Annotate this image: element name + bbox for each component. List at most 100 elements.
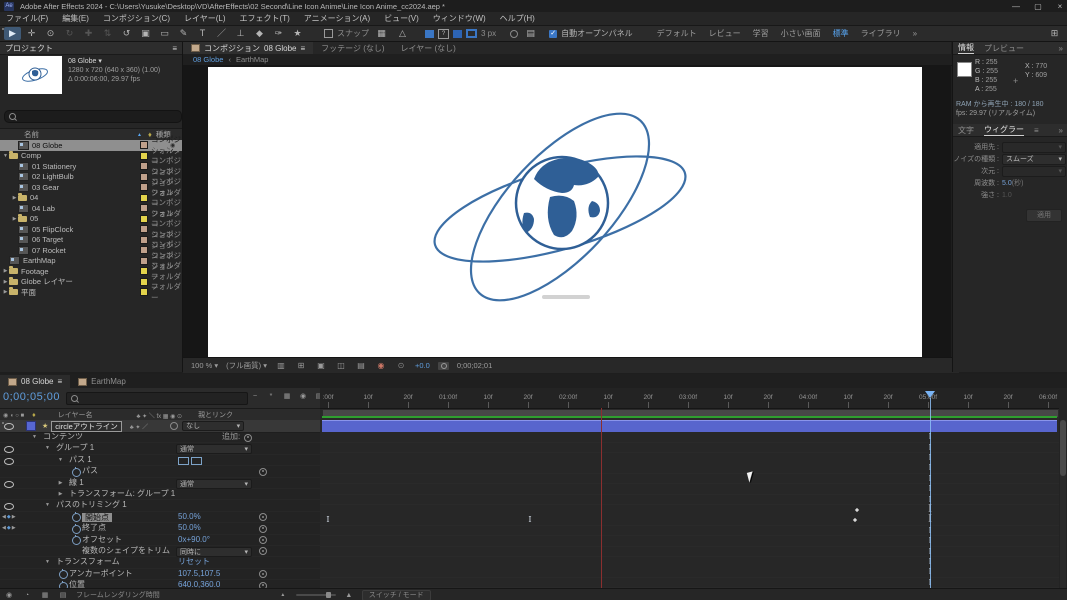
property-name[interactable]: 線 1 — [69, 478, 84, 488]
wiggler-row[interactable]: 適用先 :▾ — [953, 141, 1067, 153]
menu-ビュー(V)[interactable]: ビュー(V) — [384, 13, 419, 24]
ruler-tick[interactable] — [488, 402, 489, 408]
eraser-tool[interactable]: ◆ — [251, 27, 268, 40]
wiggler-row-suffix[interactable]: (秒) — [1012, 178, 1024, 188]
panel-menu-icon[interactable]: ≡ — [300, 44, 305, 53]
ruler-tick[interactable] — [528, 402, 529, 408]
tab-layer[interactable]: レイヤー (なし) — [393, 42, 464, 54]
project-item-name[interactable]: 02 LightBulb — [32, 172, 74, 181]
grid-options-icon[interactable]: ▥ — [275, 361, 287, 370]
mask-mode-icon-1[interactable] — [178, 457, 189, 465]
ruler-tick[interactable] — [1008, 402, 1009, 408]
text-tool[interactable]: T — [194, 27, 211, 40]
folder-icon[interactable] — [9, 289, 18, 295]
composition-icon[interactable] — [18, 172, 29, 181]
wiggler-row-label[interactable]: 強さ : — [953, 190, 999, 200]
ruler-tick[interactable] — [928, 402, 929, 408]
layer-name-column[interactable]: レイヤー名 — [58, 410, 93, 420]
label-chip[interactable] — [140, 162, 148, 170]
chevron-down-icon[interactable]: ▾ — [1058, 155, 1062, 163]
ruler-tick[interactable] — [568, 402, 569, 408]
layer-name-editbox[interactable]: circleアウトライン — [51, 421, 122, 432]
twirl-icon[interactable]: ▼ — [44, 500, 51, 510]
folder-icon[interactable] — [9, 279, 18, 285]
zoom-in-mountain-icon[interactable]: ▲ — [344, 592, 354, 599]
property-row-トランスフォーム: グループ 1[interactable]: ▶トランスフォーム: グループ 1 — [0, 489, 320, 500]
apply-button[interactable]: 適用 — [1026, 209, 1062, 222]
rotation-tool[interactable]: ↺ — [118, 27, 135, 40]
stroke-icon[interactable] — [453, 30, 462, 38]
property-name[interactable]: グループ 1 — [56, 443, 94, 453]
shape-tool[interactable]: ▭ — [156, 27, 173, 40]
pan-camera-tool[interactable]: ✚ — [80, 27, 97, 40]
timeline-tab-earthmap[interactable]: EarthMap — [70, 375, 134, 388]
composition-canvas[interactable] — [208, 67, 922, 357]
property-row-開始点[interactable]: ◀◆▶開始点50.0% — [0, 512, 320, 523]
search-workspace-icon[interactable]: ⊞ — [1046, 27, 1063, 40]
composition-marker-icon[interactable]: ◉ — [4, 591, 14, 599]
stopwatch-icon[interactable] — [72, 525, 81, 534]
project-item[interactable]: ▶平面フォルダー — [0, 287, 182, 298]
wiggler-overflow-icon[interactable]: » — [1059, 126, 1063, 135]
channel-value[interactable]: R : 255 — [975, 58, 998, 67]
property-eye-icon[interactable] — [4, 458, 14, 465]
timeline-header-icon-3[interactable]: ◉ — [298, 392, 308, 400]
snapshot-icon[interactable] — [438, 362, 449, 370]
wiggler-row-value[interactable]: 5.0 — [1002, 180, 1012, 187]
workspace-overflow[interactable]: » — [913, 29, 917, 38]
property-name[interactable]: アンカーポイント — [69, 569, 133, 579]
workspace-標準[interactable]: 標準 — [833, 28, 849, 39]
selection-tool[interactable]: ▶ — [4, 27, 21, 40]
twirl-icon[interactable]: ▶ — [2, 289, 9, 295]
magnification-select[interactable]: 100 % ▾ — [191, 361, 218, 370]
label-chip[interactable] — [140, 267, 148, 275]
ruler-tick[interactable] — [688, 402, 689, 408]
ruler-label[interactable]: 10f — [723, 394, 732, 401]
current-time-indicator-head[interactable] — [925, 391, 935, 398]
menu-コンポジション(C)[interactable]: コンポジション(C) — [103, 13, 170, 24]
minimize-button[interactable]: — — [1005, 1, 1027, 12]
timeline-zoom-slider[interactable] — [296, 594, 336, 596]
current-time-indicator-line[interactable] — [930, 398, 931, 588]
project-panel-menu-icon[interactable]: ≡ — [172, 44, 177, 53]
blend-mode-select[interactable]: 同時に▾ — [176, 547, 252, 557]
twirl-icon[interactable]: ▶ — [57, 478, 64, 488]
region-of-interest-icon[interactable]: ▣ — [315, 361, 327, 370]
twirl-icon[interactable]: ▼ — [44, 443, 51, 453]
workspace-レビュー[interactable]: レビュー — [709, 28, 741, 39]
stopwatch-icon[interactable] — [72, 513, 81, 522]
wiggler-row-value[interactable]: 1.0 — [1002, 192, 1012, 199]
mini-flow-icon[interactable]: ▤ — [58, 591, 68, 599]
menu-レイヤー(L)[interactable]: レイヤー(L) — [184, 13, 226, 24]
snap-option2-icon[interactable]: △ — [394, 27, 411, 40]
workspace-小さい画面[interactable]: 小さい画面 — [781, 28, 821, 39]
chevron-down-icon[interactable]: ▾ — [244, 445, 248, 453]
label-chip[interactable] — [140, 246, 148, 254]
chevron-down-icon[interactable]: ▾ — [244, 480, 248, 488]
zoom-out-mountain-icon[interactable]: ▲ — [278, 592, 288, 598]
property-pickwhip-icon[interactable] — [259, 525, 267, 533]
wiggler-row[interactable]: ノイズの種類 :スムーズ▾ — [953, 153, 1067, 165]
wiggler-row-label[interactable]: ノイズの種類 : — [953, 154, 999, 164]
twirl-icon[interactable]: ▶ — [11, 216, 18, 222]
resolution-select[interactable]: (フル画質) ▾ — [226, 360, 267, 371]
property-row-パス 1[interactable]: ▼パス 1 — [0, 455, 320, 466]
coord-value[interactable]: Y : 609 — [1025, 71, 1047, 80]
ruler-tick[interactable] — [368, 402, 369, 408]
ruler-label[interactable]: 20f — [883, 394, 892, 401]
property-name[interactable]: 終了点 — [82, 523, 106, 533]
ruler-tick[interactable] — [448, 402, 449, 408]
project-folder-icon[interactable]: ▤ — [522, 27, 539, 40]
label-chip[interactable] — [140, 141, 148, 149]
tab-wiggler[interactable]: ウィグラー — [984, 124, 1024, 136]
ruler-tick[interactable] — [648, 402, 649, 408]
transparency-grid-icon[interactable]: ◫ — [335, 361, 347, 370]
project-item-name[interactable]: Globe レイヤー — [21, 276, 73, 287]
brush-tool[interactable]: ／ — [213, 27, 230, 40]
exposure-value[interactable]: +0.0 — [415, 361, 430, 370]
stopwatch-icon[interactable] — [72, 536, 81, 545]
label-chip[interactable] — [140, 288, 148, 296]
label-chip[interactable] — [140, 278, 148, 286]
ruler-label[interactable]: 03:00f — [679, 394, 697, 401]
timeline-tab-08-globe[interactable]: 08 Globe ≡ — [0, 375, 70, 388]
